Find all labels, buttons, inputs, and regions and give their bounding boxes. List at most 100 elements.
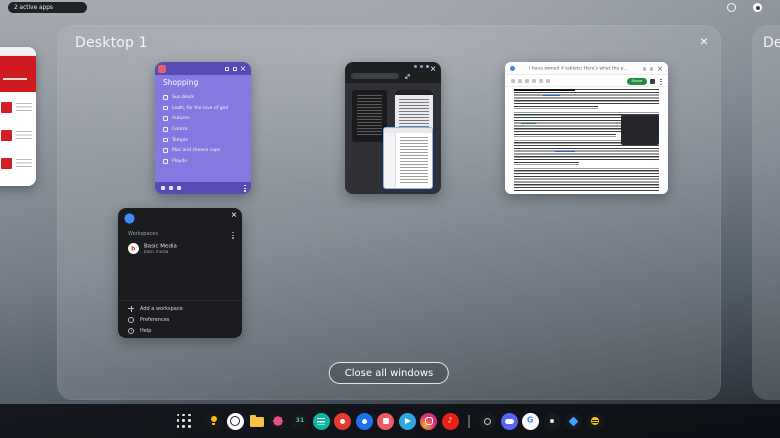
bold-icon <box>525 79 529 83</box>
link-text <box>521 122 536 124</box>
gear-icon <box>128 316 134 323</box>
checklist-item: Sun block <box>163 93 247 104</box>
red-thumbnail <box>1 158 12 169</box>
system-tray <box>727 3 762 12</box>
app-logo-icon <box>125 214 134 223</box>
close-all-windows-button[interactable]: Close all windows <box>328 362 450 384</box>
list-item <box>0 127 36 149</box>
photos-app-icon[interactable] <box>269 412 287 430</box>
shopping-app-toolbar <box>155 182 251 194</box>
palette-icon <box>169 186 173 190</box>
workspace-name: Basic Media <box>144 243 177 250</box>
workspace-url: basic.media <box>144 250 169 255</box>
music-app-icon[interactable]: ♪ <box>441 412 459 430</box>
checklist-item: Leafs, for the love of god <box>163 104 247 115</box>
teal-app-icon[interactable] <box>312 412 330 430</box>
left-partial-window[interactable] <box>0 47 36 186</box>
close-window-button[interactable]: × <box>240 65 246 75</box>
note-title: Shopping <box>163 79 199 88</box>
blue-app-icon[interactable] <box>355 412 373 430</box>
coral-app-icon[interactable] <box>377 412 394 430</box>
left-window-titlebar <box>0 47 36 56</box>
list-item <box>0 99 36 121</box>
app-launcher-icon[interactable] <box>176 413 192 429</box>
red-thumbnail <box>1 130 12 141</box>
red-app-icon[interactable] <box>334 412 351 430</box>
text-lines <box>16 103 32 113</box>
avatar <box>426 65 429 68</box>
menu-item-help[interactable]: Help <box>128 326 236 337</box>
window-thumbnail-workspace[interactable]: Workspaces b Basic Media basic.media Add… <box>118 208 242 338</box>
share-button[interactable]: Share <box>627 77 647 85</box>
checkbox-icon <box>163 105 168 111</box>
workspaces-header: Workspaces <box>128 231 158 237</box>
archive-icon <box>233 66 237 71</box>
shopping-app-header <box>155 62 251 75</box>
article-titlebar: I have owned X tablets: Here's what the … <box>505 62 668 75</box>
focused-window-preview <box>383 127 433 189</box>
dark-app-icon-1[interactable] <box>479 412 496 430</box>
link-text <box>554 150 575 152</box>
more-icon <box>244 185 246 192</box>
italic-icon <box>532 79 536 83</box>
files-app-icon[interactable] <box>248 413 265 430</box>
checklist-item: Cereza <box>163 125 247 136</box>
add-icon <box>161 186 165 190</box>
embedded-image <box>621 115 659 145</box>
plus-icon <box>128 305 134 312</box>
menu-item-preferences[interactable]: Preferences <box>128 315 236 326</box>
checkbox-icon <box>163 137 168 143</box>
preview-sidebar <box>384 133 396 188</box>
discord-app-icon[interactable] <box>500 412 518 430</box>
desktop-2-title: Des <box>763 35 780 51</box>
window-thumbnail-browser[interactable]: × <box>345 62 441 194</box>
tab-preview-dark <box>352 90 387 142</box>
undo-icon <box>511 79 515 83</box>
close-window-button[interactable]: × <box>657 65 663 75</box>
workspace-menu: Add a workspace Preferences Help <box>128 304 236 337</box>
active-apps-pill[interactable]: 2 active apps <box>8 2 88 13</box>
telegram-app-icon[interactable] <box>398 412 416 430</box>
clock-app-icon[interactable] <box>226 412 244 430</box>
keep-app-icon[interactable] <box>205 412 222 430</box>
desktop-1-close-button[interactable]: × <box>700 34 708 48</box>
checkbox-icon <box>163 148 168 153</box>
calendar-app-icon[interactable]: 31 <box>291 412 308 430</box>
checkbox-icon <box>163 127 168 132</box>
minimize-icon <box>642 67 646 71</box>
more-icon <box>660 78 662 86</box>
browser-content <box>345 83 441 194</box>
window-thumbnail-shopping[interactable]: Shopping Sun block Leafs, for the love o… <box>155 62 251 194</box>
checklist-item: Mac and cheese cups <box>163 146 247 157</box>
screen: 2 active apps Desktop 1 × Shopping Sun b… <box>0 0 780 438</box>
taskbar: 31 ♪ G <box>0 404 780 438</box>
maximize-icon <box>649 67 653 71</box>
red-thumbnail <box>1 102 12 113</box>
tab-grid-icon <box>405 74 410 79</box>
text-icon <box>177 186 181 190</box>
divider <box>118 300 242 301</box>
desktop-2-panel[interactable]: Des <box>752 25 780 400</box>
blue-diamond-app-icon[interactable] <box>565 412 582 430</box>
left-window-banner <box>0 56 36 92</box>
tab-icon <box>420 65 423 68</box>
window-thumbnail-article[interactable]: I have owned X tablets: Here's what the … <box>505 62 668 194</box>
status-ring-icon[interactable] <box>727 3 736 12</box>
checklist: Sun block Leafs, for the love of god Aut… <box>163 93 247 168</box>
camera-app-icon[interactable] <box>420 412 437 430</box>
close-window-button[interactable]: × <box>430 65 436 75</box>
taskbar-icons-row: 31 ♪ G <box>176 412 604 430</box>
bee-app-icon[interactable] <box>586 412 604 430</box>
pin-icon <box>225 66 229 71</box>
preview-body-text <box>400 137 428 183</box>
checklist-item: Playdo <box>163 157 247 168</box>
article-body-text <box>514 87 659 191</box>
extension-icon <box>650 78 655 84</box>
status-camera-icon[interactable] <box>753 3 762 12</box>
close-window-button[interactable]: × <box>231 211 237 221</box>
article-toolbar: Share <box>505 75 668 87</box>
menu-item-add-workspace[interactable]: Add a workspace <box>128 304 236 315</box>
dark-app-icon-2[interactable] <box>543 412 561 430</box>
google-app-icon[interactable]: G <box>522 412 539 430</box>
search-bar <box>351 73 399 79</box>
